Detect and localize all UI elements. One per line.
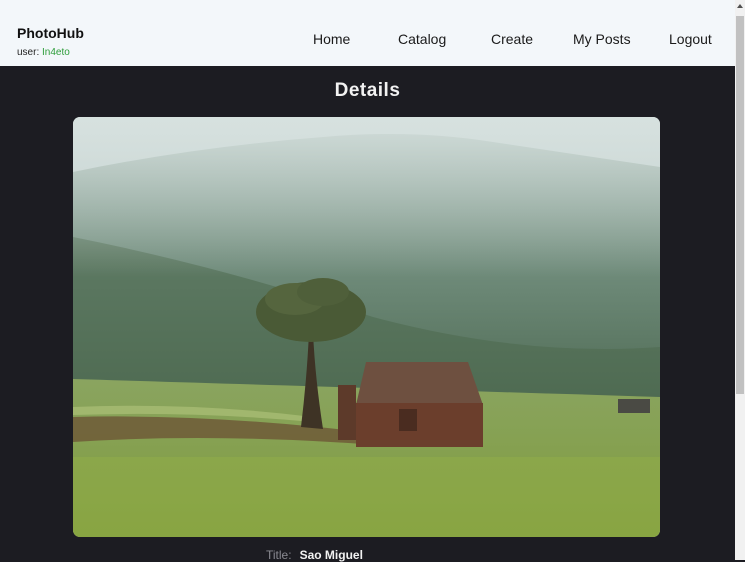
nav-my-posts[interactable]: My Posts <box>573 31 631 47</box>
nav-logout[interactable]: Logout <box>669 31 712 47</box>
nav-catalog[interactable]: Catalog <box>398 31 446 47</box>
top-navbar: PhotoHub user: In4eto Home Catalog Creat… <box>0 0 735 66</box>
scroll-up-arrow-icon[interactable] <box>737 4 743 8</box>
nav-home[interactable]: Home <box>313 31 350 47</box>
page-title: Details <box>334 80 401 101</box>
vertical-scrollbar[interactable] <box>735 0 745 560</box>
nav-links: Home Catalog Create My Posts Logout <box>0 31 735 49</box>
scrollbar-thumb[interactable] <box>736 16 744 394</box>
nav-create[interactable]: Create <box>491 31 533 47</box>
post-image <box>73 117 660 537</box>
